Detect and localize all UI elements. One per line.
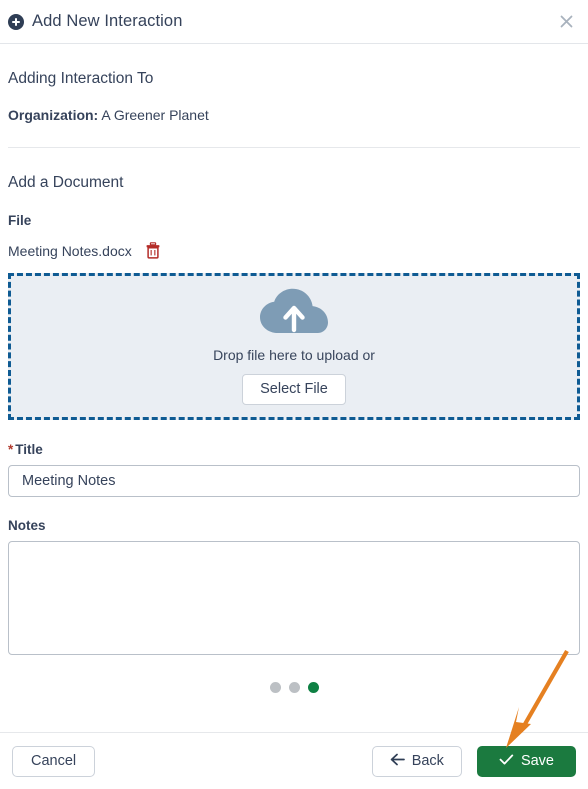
title-label-text: Title [15, 442, 43, 457]
notes-label: Notes [8, 518, 46, 533]
step-indicator [8, 682, 580, 693]
file-label: File [8, 213, 32, 228]
save-button-label: Save [520, 752, 554, 769]
select-file-button[interactable]: Select File [242, 373, 346, 406]
organization-label: Organization: [8, 107, 99, 123]
notes-textarea[interactable] [8, 541, 580, 655]
trash-icon[interactable] [145, 242, 161, 259]
organization-line: Organization: A Greener Planet [8, 107, 580, 123]
close-icon[interactable] [554, 10, 578, 34]
footer-primary-actions: Back Save [371, 745, 576, 777]
back-button-label: Back [411, 752, 444, 769]
step-dot-2[interactable] [288, 682, 300, 693]
adding-interaction-heading: Adding Interaction To [8, 70, 154, 87]
file-name: Meeting Notes.docx [8, 242, 132, 259]
add-document-heading: Add a Document [8, 174, 124, 191]
organization-value: A Greener Planet [101, 107, 209, 123]
step-dot-1[interactable] [269, 682, 281, 693]
cloud-upload-icon [258, 288, 330, 341]
title-label: * Title [8, 442, 580, 457]
arrow-left-icon [390, 753, 405, 770]
modal-title-group: Add New Interaction [8, 12, 182, 31]
add-interaction-modal: Add New Interaction Adding Interaction T… [0, 0, 588, 789]
modal-footer: Cancel Back Save [0, 732, 588, 789]
uploaded-file-row: Meeting Notes.docx [8, 242, 580, 259]
plus-circle-icon [8, 13, 24, 30]
modal-header: Add New Interaction [0, 0, 588, 44]
required-marker: * [8, 442, 14, 457]
page-title: Add New Interaction [32, 12, 183, 30]
section-divider [8, 147, 580, 148]
save-button[interactable]: Save [476, 745, 576, 777]
title-input[interactable] [8, 465, 580, 497]
dropzone-text: Drop file here to upload or [213, 346, 375, 363]
step-dot-3[interactable] [307, 682, 319, 693]
file-dropzone[interactable]: Drop file here to upload or Select File [8, 273, 580, 420]
cancel-button[interactable]: Cancel [12, 745, 96, 777]
check-icon [499, 753, 514, 770]
modal-body: Adding Interaction To Organization: A Gr… [0, 44, 588, 732]
back-button[interactable]: Back [371, 745, 462, 777]
